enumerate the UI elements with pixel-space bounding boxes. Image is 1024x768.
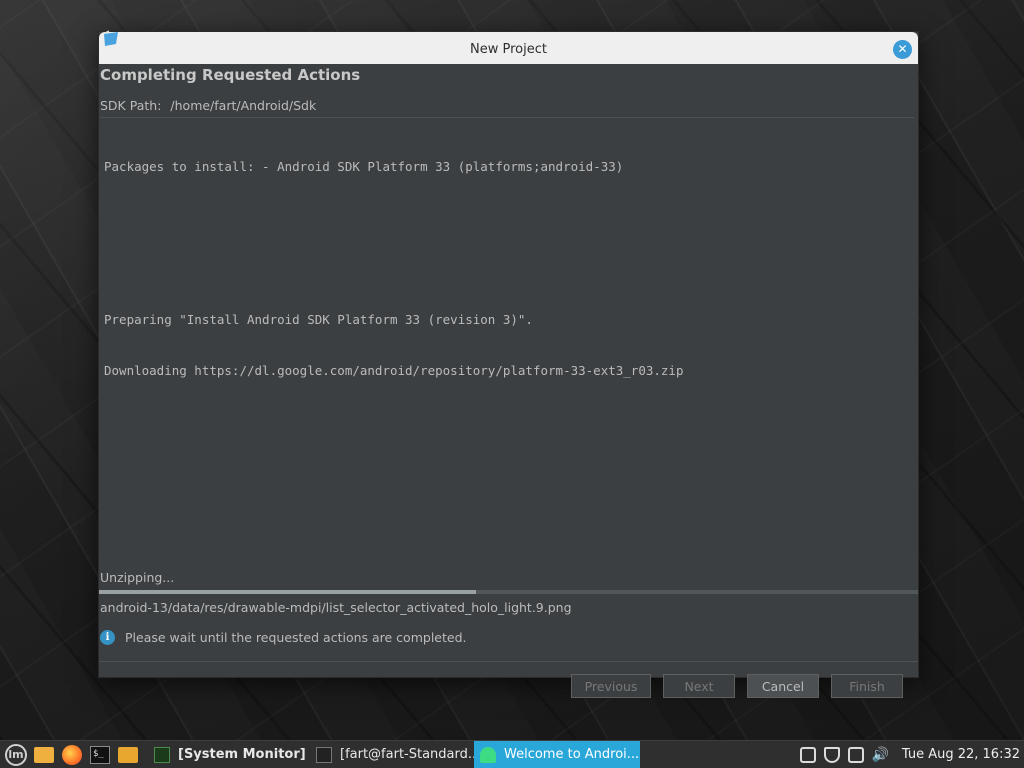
terminal-icon: $_ (90, 745, 110, 764)
clipboard-icon[interactable] (799, 746, 816, 763)
install-log[interactable]: Packages to install: - Android SDK Platf… (100, 117, 914, 562)
current-file-path: android-13/data/res/drawable-mdpi/list_s… (100, 600, 572, 615)
taskbar: lm $_ [System Monitor] [fart@fart-Standa… (0, 740, 1024, 768)
progress-bar (99, 590, 918, 594)
dialog-content: Completing Requested Actions SDK Path: /… (99, 64, 918, 698)
network-icon[interactable] (847, 746, 864, 763)
new-project-dialog: New Project ✕ Completing Requested Actio… (98, 30, 919, 698)
info-icon: i (100, 630, 115, 645)
firefox-icon (62, 744, 82, 765)
linux-mint-icon: lm (5, 743, 27, 766)
page-heading: Completing Requested Actions (100, 66, 361, 84)
firefox-launcher[interactable] (60, 743, 84, 767)
finish-button[interactable]: Finish (831, 674, 903, 698)
update-shield-icon[interactable] (823, 746, 840, 763)
sdk-path-label: SDK Path: (100, 98, 162, 113)
dialog-buttons: Previous Next Cancel Finish (571, 674, 903, 698)
sdk-path-value: /home/fart/Android/Sdk (170, 98, 317, 113)
progress-fill (99, 590, 476, 594)
system-tray: 🔊 Tue Aug 22, 16:32 (799, 746, 1024, 763)
cancel-button[interactable]: Cancel (747, 674, 819, 698)
title-bar[interactable]: New Project ✕ (99, 30, 918, 64)
task-system-monitor[interactable]: [System Monitor] (148, 741, 310, 768)
files-launcher[interactable] (116, 743, 140, 767)
next-button[interactable]: Next (663, 674, 735, 698)
footer-divider (99, 661, 918, 662)
log-line: Preparing "Install Android SDK Platform … (104, 312, 533, 327)
info-message-row: i Please wait until the requested action… (100, 630, 466, 645)
task-label: Welcome to Androi... (504, 747, 640, 762)
terminal-icon (316, 746, 332, 763)
system-monitor-icon (154, 746, 170, 763)
task-label: [fart@fart-Standard... (340, 747, 474, 762)
folder-icon (34, 746, 54, 763)
files-icon (118, 746, 138, 763)
menu-button[interactable]: lm (4, 743, 28, 767)
clock[interactable]: Tue Aug 22, 16:32 (902, 747, 1020, 762)
previous-button[interactable]: Previous (571, 674, 651, 698)
log-line: Downloading https://dl.google.com/androi… (104, 363, 684, 378)
log-line: Packages to install: - Android SDK Platf… (104, 159, 624, 174)
status-label: Unzipping... (100, 570, 175, 585)
task-terminal[interactable]: [fart@fart-Standard... (310, 741, 474, 768)
volume-icon[interactable]: 🔊 (872, 747, 890, 763)
close-button[interactable]: ✕ (893, 40, 912, 59)
show-desktop-button[interactable] (32, 743, 56, 767)
window-title: New Project (470, 42, 547, 57)
sdk-path-row: SDK Path: /home/fart/Android/Sdk (100, 98, 316, 113)
task-android-studio[interactable]: Welcome to Androi... (474, 740, 640, 768)
info-message: Please wait until the requested actions … (125, 630, 467, 645)
terminal-launcher[interactable]: $_ (88, 743, 112, 767)
task-label: [System Monitor] (178, 747, 306, 762)
android-studio-icon (104, 30, 118, 46)
android-icon (480, 746, 496, 763)
